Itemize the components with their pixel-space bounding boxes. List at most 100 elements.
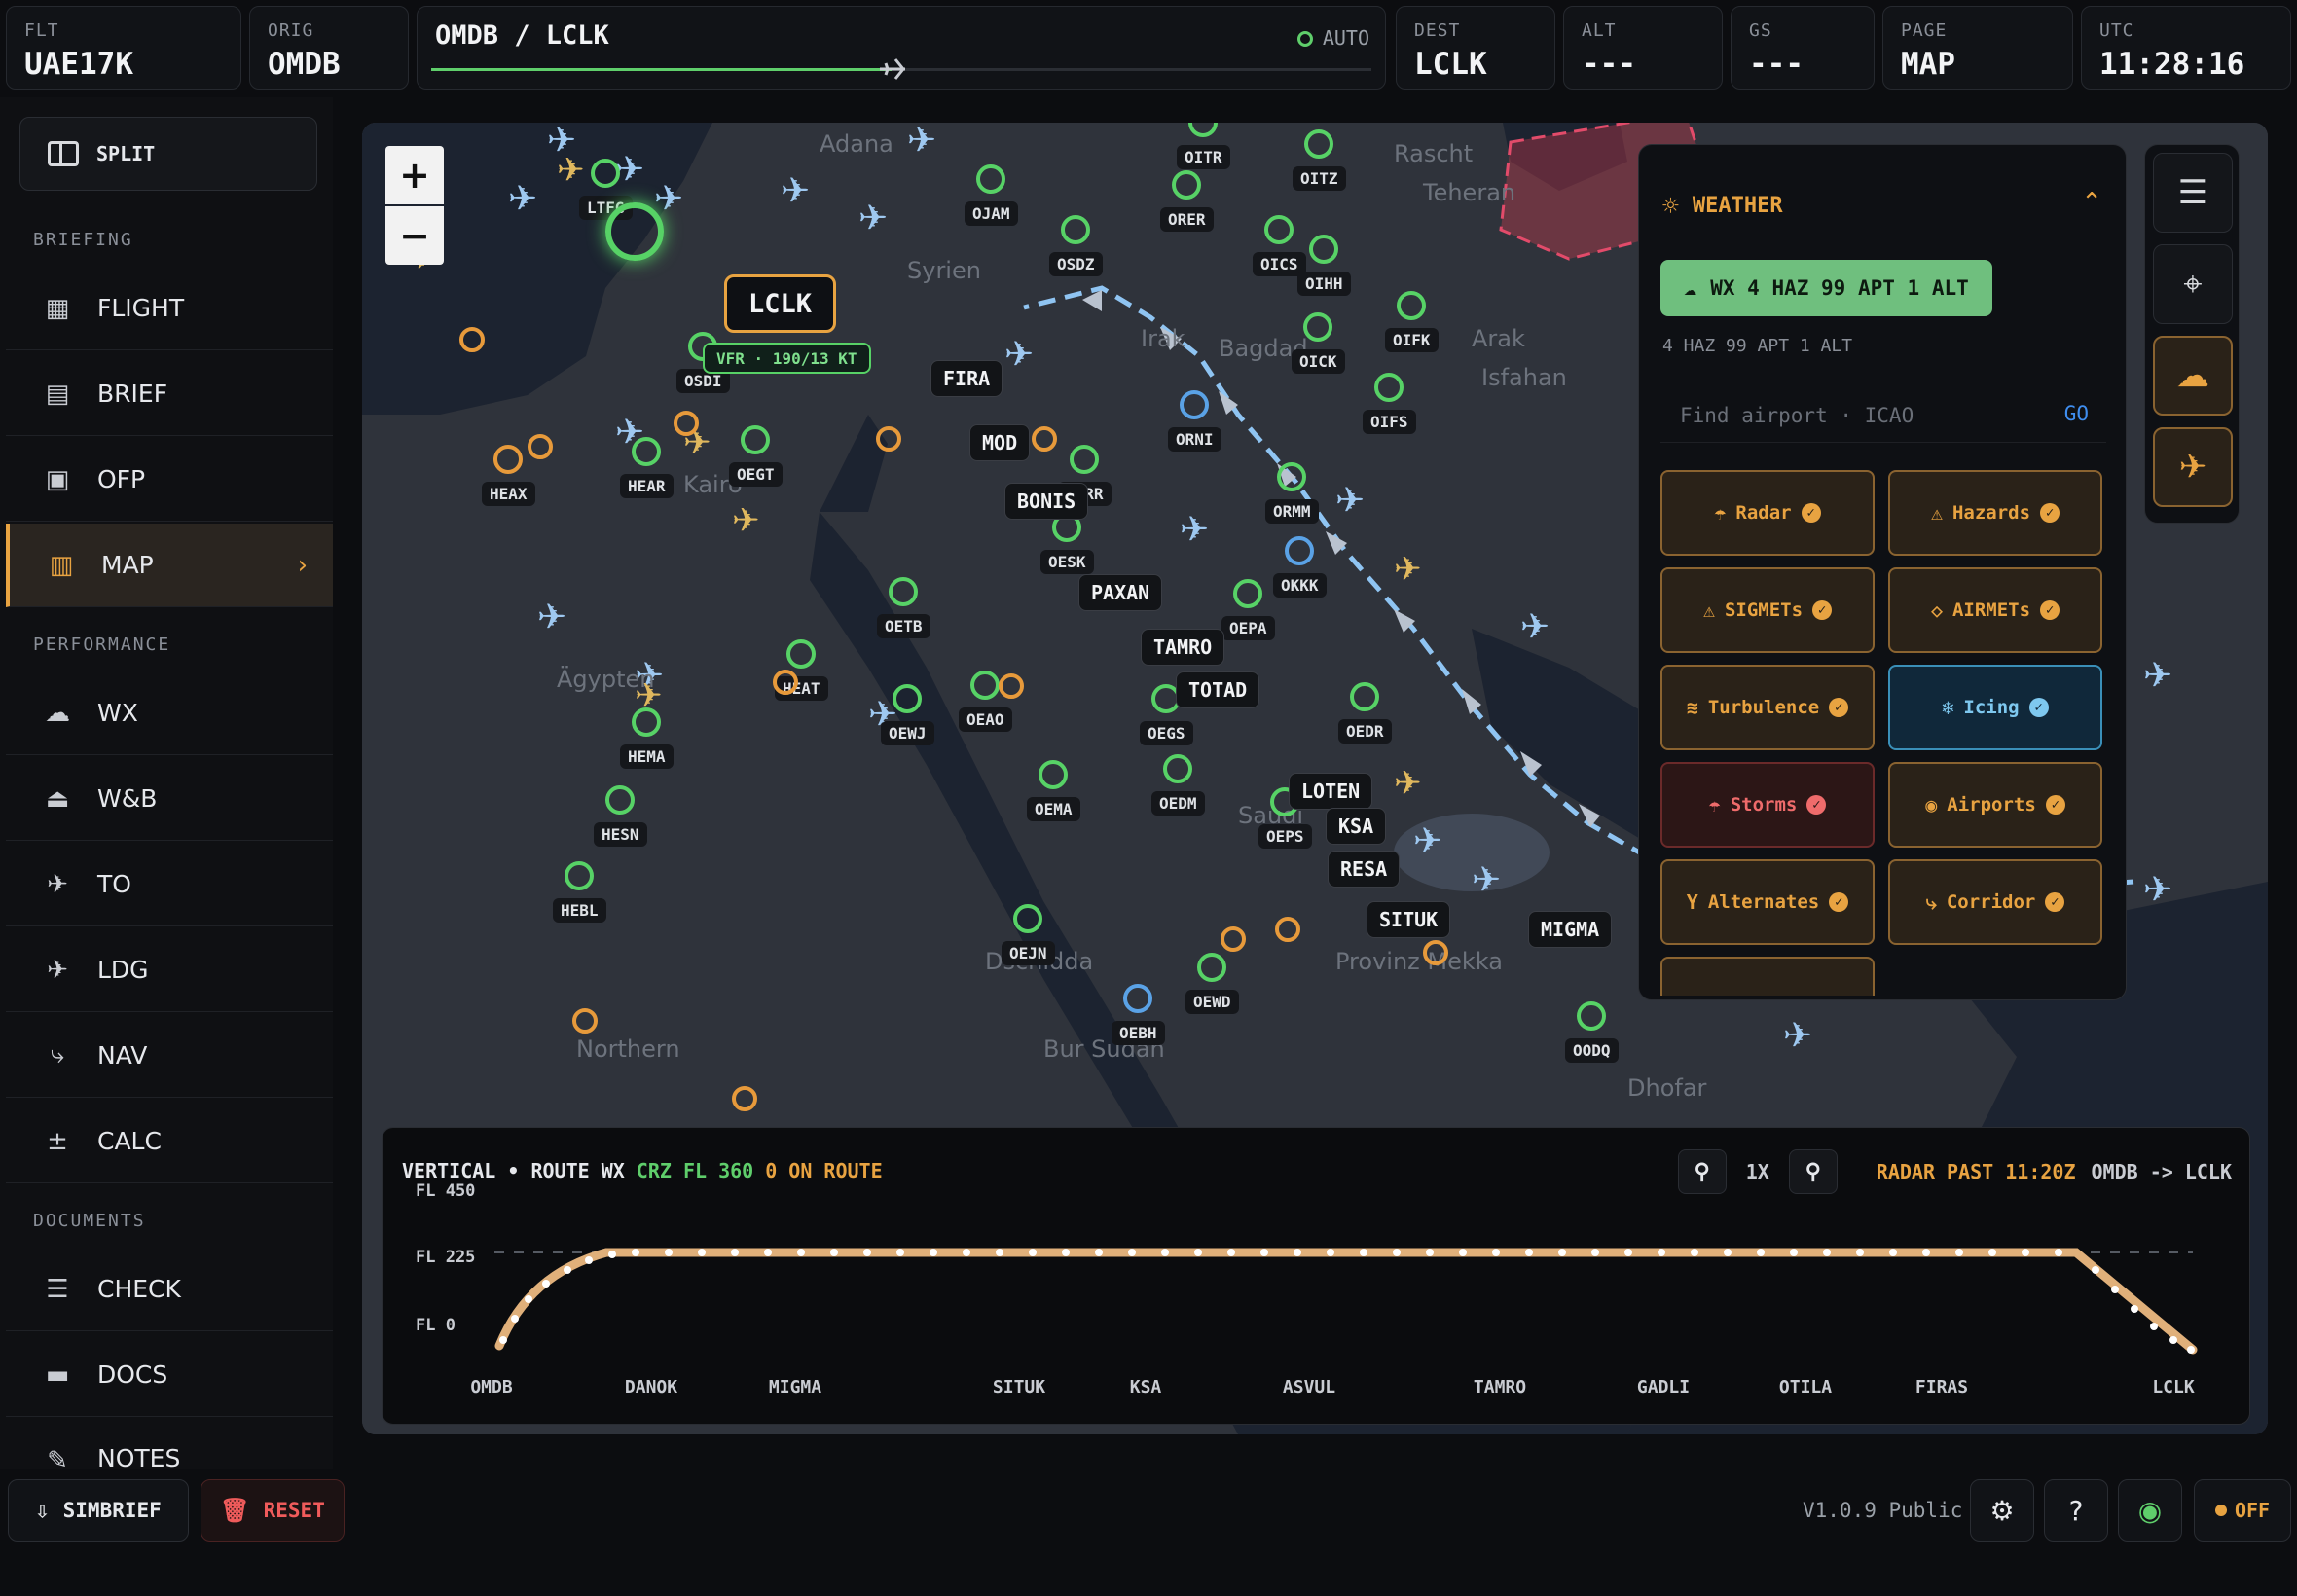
snowflake-icon: ❄ xyxy=(1942,696,1954,719)
route-cell: OMDB / LCLK AUTO xyxy=(417,6,1386,90)
chevron-up-icon[interactable]: ⌃ xyxy=(2081,188,2102,217)
sidebar-item-to[interactable]: ✈ TO xyxy=(6,843,333,926)
sidebar-item-wx[interactable]: ☁ WX xyxy=(6,671,333,755)
sidebar-item-nav[interactable]: ⤷ NAV xyxy=(6,1014,333,1098)
toggle-corridor[interactable]: ⤷ Corridor ✓ xyxy=(1888,859,2102,945)
airport-code: OODQ xyxy=(1565,1038,1619,1063)
route-icon: ⤷ xyxy=(50,1040,65,1070)
destination-label[interactable]: LCLK xyxy=(724,274,837,333)
toggle-airports[interactable]: ◉ Airports ✓ xyxy=(1888,762,2102,848)
trash-icon: 🗑 xyxy=(220,1497,250,1524)
connection-toggle[interactable]: OFF xyxy=(2194,1479,2291,1542)
weather-summary-badge[interactable]: ☁ WX 4 HAZ 99 APT 1 ALT xyxy=(1660,260,1992,316)
profile-waypoint-dot xyxy=(896,1249,904,1256)
sidebar-item-flight[interactable]: ▦ FLIGHT xyxy=(6,267,333,350)
airport-ring-icon xyxy=(1374,373,1404,402)
waypoint-label[interactable]: MOD xyxy=(969,424,1031,461)
waypoint-label[interactable]: PAXAN xyxy=(1078,574,1163,611)
recenter-button[interactable]: ⌖ xyxy=(2153,244,2233,324)
profile-waypoint-dot xyxy=(632,1249,639,1256)
settings-button[interactable]: ⚙ xyxy=(1970,1479,2034,1542)
profile-waypoint-dot xyxy=(1095,1249,1103,1256)
zoom-out-button[interactable]: − xyxy=(385,206,444,265)
sidebar-item-check[interactable]: ☰ CHECK xyxy=(6,1248,333,1331)
weather-header[interactable]: ☼ WEATHER xyxy=(1662,190,1783,222)
profile-waypoint-dot xyxy=(698,1249,706,1256)
waypoint-label[interactable]: LOTEN xyxy=(1289,773,1373,810)
profile-waypoint-dot xyxy=(797,1249,805,1256)
airport-code: OICK xyxy=(1292,349,1345,374)
toggle-radar[interactable]: ☂ Radar ✓ xyxy=(1660,470,1875,556)
toggle-storms[interactable]: ☂ Storms ✓ xyxy=(1660,762,1875,848)
go-button[interactable]: GO xyxy=(2064,402,2089,425)
profile-waypoint-dot xyxy=(996,1249,1003,1256)
airport-ring-icon xyxy=(1013,904,1042,933)
profile-x-label: MIGMA xyxy=(769,1377,821,1397)
waypoint-label[interactable]: TAMRO xyxy=(1141,629,1225,666)
svg-text:✈: ✈ xyxy=(732,501,760,540)
sidebar-item-docs[interactable]: ▬ DOCS xyxy=(6,1333,333,1417)
profile-waypoint-dot xyxy=(1790,1249,1798,1256)
profile-x-label: OMDB xyxy=(470,1377,513,1397)
profile-waypoint-dot xyxy=(1988,1249,1996,1256)
profile-x-label: SITUK xyxy=(993,1377,1045,1397)
airport-ring-icon xyxy=(1309,235,1338,264)
simbrief-button[interactable]: ⇩ SIMBRIEF xyxy=(8,1479,189,1542)
airport-code: OKKK xyxy=(1273,573,1327,598)
sidebar-item-wb[interactable]: ⏏ W&B xyxy=(6,757,333,841)
weather-layer-button[interactable]: ☁ xyxy=(2153,336,2233,416)
profile-waypoint-dot xyxy=(1889,1249,1897,1256)
waypoint-label[interactable]: KSA xyxy=(1326,808,1387,845)
svg-text:✈: ✈ xyxy=(2143,870,2172,910)
help-button[interactable]: ? xyxy=(2044,1479,2108,1542)
reset-button[interactable]: 🗑 RESET xyxy=(201,1479,345,1542)
toggle-hazards[interactable]: ⚠ Hazards ✓ xyxy=(1888,470,2102,556)
toggle-more[interactable] xyxy=(1660,957,1875,996)
split-view-button[interactable]: SPLIT xyxy=(19,117,317,191)
svg-text:Provinz Mekka: Provinz Mekka xyxy=(1335,948,1503,975)
route-progress-bar xyxy=(431,58,1371,80)
waypoint-label[interactable]: RESA xyxy=(1328,851,1401,888)
sidebar-item-ofp[interactable]: ▣ OFP xyxy=(6,438,333,522)
toggle-alternates[interactable]: Y Alternates ✓ xyxy=(1660,859,1875,945)
check-icon: ✓ xyxy=(2045,892,2065,912)
profile-waypoint-dot xyxy=(764,1249,772,1256)
waypoint-label[interactable]: FIRA xyxy=(930,360,1003,397)
dest-cell: DEST LCLK xyxy=(1396,6,1555,90)
sidebar-item-map[interactable]: ▥ MAP › xyxy=(6,524,333,607)
waypoint-label[interactable]: MIGMA xyxy=(1528,911,1613,948)
sidebar-item-calc[interactable]: ± CALC xyxy=(6,1100,333,1183)
svg-text:✈: ✈ xyxy=(1004,335,1034,375)
sliders-icon: ☰ xyxy=(2177,173,2208,212)
toggle-label: Alternates xyxy=(1707,891,1820,913)
waypoint-label[interactable]: TOTAD xyxy=(1176,671,1260,708)
profile-waypoint-dot xyxy=(1459,1249,1467,1256)
waypoint-label[interactable]: SITUK xyxy=(1367,901,1451,938)
airport-code: OEPS xyxy=(1258,824,1312,849)
toggle-label: AIRMETs xyxy=(1951,599,2031,621)
toggle-sigmets[interactable]: ⚠ SIGMETs ✓ xyxy=(1660,567,1875,653)
auto-mode-indicator[interactable]: AUTO xyxy=(1296,26,1369,50)
weather-panel: ☼ WEATHER ⌃ ☁ WX 4 HAZ 99 APT 1 ALT 4 HA… xyxy=(1638,144,2127,1000)
sidebar-item-brief[interactable]: ▤ BRIEF xyxy=(6,352,333,436)
airport-search-input[interactable] xyxy=(1660,388,2106,443)
simbrief-label: SIMBRIEF xyxy=(62,1499,162,1522)
toggle-label: Storms xyxy=(1730,794,1798,816)
traffic-layer-button[interactable]: ✈ xyxy=(2153,427,2233,507)
storm-icon: ☂ xyxy=(1708,793,1721,816)
sidebar-item-ldg[interactable]: ✈ LDG xyxy=(6,928,333,1012)
toggle-turbulence[interactable]: ≋ Turbulence ✓ xyxy=(1660,665,1875,750)
profile-waypoint-dot xyxy=(2111,1286,2119,1293)
airport-code: OEDM xyxy=(1151,791,1205,816)
layers-settings-button[interactable]: ☰ xyxy=(2153,153,2233,233)
dest-value: LCLK xyxy=(1414,47,1487,82)
destination-marker-icon[interactable] xyxy=(605,202,664,261)
account-button[interactable]: ◉ xyxy=(2118,1479,2182,1542)
toggle-icing[interactable]: ❄ Icing ✓ xyxy=(1888,665,2102,750)
waypoint-label[interactable]: BONIS xyxy=(1004,483,1089,520)
sidebar-item-notes[interactable]: ✎ NOTES xyxy=(6,1419,333,1469)
zoom-in-button[interactable]: + xyxy=(385,146,444,204)
version-label: V1.0.9 Public xyxy=(1803,1499,1963,1522)
toggle-airmets[interactable]: ◇ AIRMETs ✓ xyxy=(1888,567,2102,653)
weather-subtext: 4 HAZ 99 APT 1 ALT xyxy=(1662,336,1853,356)
